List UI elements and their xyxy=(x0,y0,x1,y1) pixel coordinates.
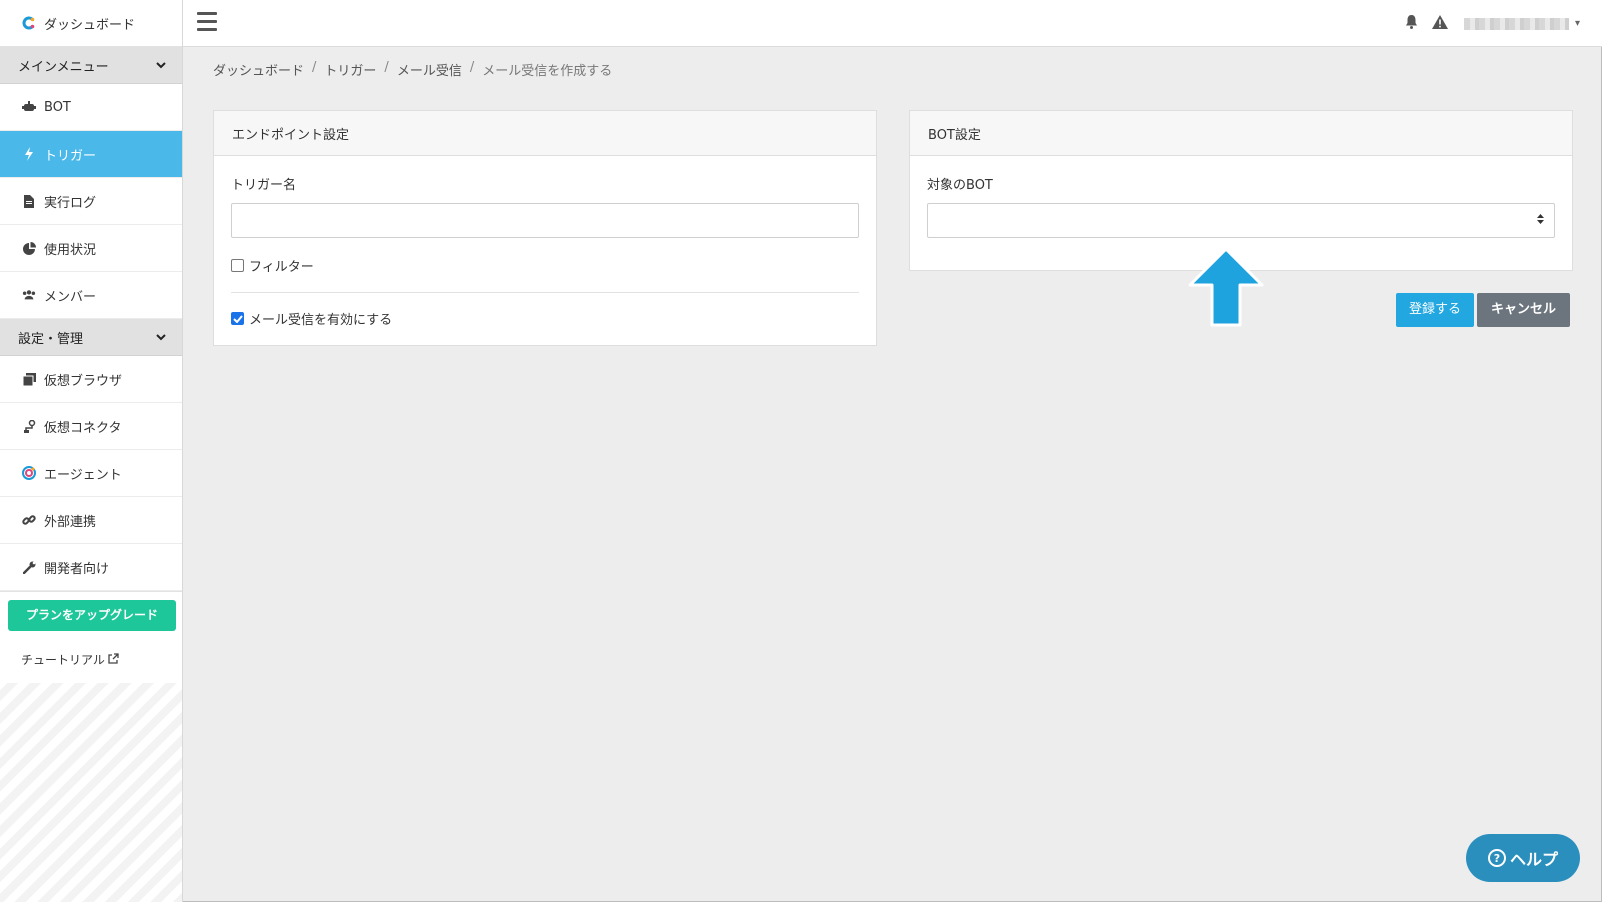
endpoint-settings-card: エンドポイント設定 トリガー名 フィルター メール受信を有効にする xyxy=(213,110,877,346)
question-icon: ? xyxy=(1487,849,1506,867)
top-bar-actions: ▾ xyxy=(1391,0,1580,47)
filter-label: フィルター xyxy=(249,260,314,275)
breadcrumb-trigger[interactable]: トリガー xyxy=(324,60,376,79)
breadcrumb-mail-receive[interactable]: メール受信 xyxy=(397,60,462,79)
robot-icon xyxy=(22,100,36,114)
bell-icon[interactable] xyxy=(1405,14,1418,33)
wrench-icon xyxy=(22,560,36,574)
sidebar-item-label: 使用状況 xyxy=(44,242,97,258)
external-link-icon xyxy=(108,652,119,667)
breadcrumb-separator: / xyxy=(384,60,389,75)
sidebar-item-usage[interactable]: 使用状況 xyxy=(0,225,182,272)
chevron-down-icon xyxy=(156,59,166,72)
sidebar-item-label: 開発者向け xyxy=(44,561,110,577)
sidebar-brand[interactable]: ダッシュボード xyxy=(0,0,182,47)
sidebar-item-developers[interactable]: 開発者向け xyxy=(0,544,182,591)
sidebar-item-virtual-browser[interactable]: 仮想ブラウザ xyxy=(0,356,182,403)
card-title: エンドポイント設定 xyxy=(214,111,876,156)
target-bot-label: 対象のBOT xyxy=(927,178,993,193)
brand-logo-icon xyxy=(22,16,36,30)
sidebar: ダッシュボード メインメニュー BOT トリガー 実行ログ 使用状況 メンバー … xyxy=(0,0,183,902)
sidebar-item-virtual-connector[interactable]: 仮想コネクタ xyxy=(0,403,182,450)
enable-mail-label: メール受信を有効にする xyxy=(249,313,393,328)
sidebar-section-settings[interactable]: 設定・管理 xyxy=(0,319,182,356)
sidebar-item-bot[interactable]: BOT xyxy=(0,84,182,131)
brand-label: ダッシュボード xyxy=(44,17,136,33)
help-button[interactable]: ? ヘルプ xyxy=(1466,834,1580,882)
breadcrumb: ダッシュボード / トリガー / メール受信 / メール受信を作成する xyxy=(213,60,612,79)
enable-mail-checkbox-row[interactable]: メール受信を有効にする xyxy=(231,309,859,328)
divider xyxy=(231,292,859,293)
sidebar-item-label: BOT xyxy=(44,99,71,115)
top-bar: ▾ xyxy=(183,0,1602,47)
sort-arrows-icon xyxy=(1537,213,1544,227)
register-button[interactable]: 登録する xyxy=(1396,293,1474,327)
sidebar-item-label: トリガー xyxy=(44,148,97,164)
sidebar-item-label: 実行ログ xyxy=(44,195,97,211)
tutorial-link[interactable]: チュートリアル xyxy=(21,651,174,668)
target-bot-select[interactable] xyxy=(927,203,1555,238)
sidebar-item-integration[interactable]: 外部連携 xyxy=(0,497,182,544)
sidebar-section-main-menu[interactable]: メインメニュー xyxy=(0,47,182,84)
sidebar-item-label: メンバー xyxy=(44,289,97,305)
tutorial-label: チュートリアル xyxy=(21,653,105,667)
breadcrumb-separator: / xyxy=(469,60,475,75)
sidebar-item-label: 仮想コネクタ xyxy=(44,420,122,436)
caret-down-icon[interactable]: ▾ xyxy=(1575,18,1580,29)
breadcrumb-current: メール受信を作成する xyxy=(482,64,613,79)
section-label: 設定・管理 xyxy=(18,331,84,347)
breadcrumb-separator: / xyxy=(312,60,317,75)
annotation-arrow-up-icon xyxy=(1186,247,1266,327)
trigger-name-label: トリガー名 xyxy=(231,178,297,193)
bolt-icon xyxy=(22,147,36,161)
agent-icon xyxy=(22,466,36,480)
sidebar-item-label: エージェント xyxy=(44,467,122,483)
warning-icon[interactable] xyxy=(1431,14,1448,33)
trigger-name-input[interactable] xyxy=(231,203,859,238)
filter-checkbox-row[interactable]: フィルター xyxy=(231,256,859,275)
sidebar-item-trigger[interactable]: トリガー xyxy=(0,131,182,178)
sidebar-item-members[interactable]: メンバー xyxy=(0,272,182,319)
link-icon xyxy=(22,513,36,527)
users-icon xyxy=(22,288,36,302)
pie-chart-icon xyxy=(22,241,36,255)
browser-icon xyxy=(22,372,36,386)
enable-mail-checkbox[interactable] xyxy=(231,312,244,325)
filter-checkbox[interactable] xyxy=(231,259,244,272)
file-icon xyxy=(22,194,36,208)
sidebar-item-label: 仮想ブラウザ xyxy=(44,373,123,389)
card-title: BOT設定 xyxy=(910,111,1572,156)
user-name-blurred[interactable] xyxy=(1463,17,1569,30)
section-label: メインメニュー xyxy=(18,59,109,75)
cancel-button[interactable]: キャンセル xyxy=(1477,293,1570,327)
sidebar-item-execution-log[interactable]: 実行ログ xyxy=(0,178,182,225)
sidebar-item-agent[interactable]: エージェント xyxy=(0,450,182,497)
help-label: ヘルプ xyxy=(1509,850,1558,869)
menu-toggle-icon[interactable] xyxy=(197,12,217,32)
check-icon xyxy=(232,314,243,323)
sidebar-item-label: 外部連携 xyxy=(44,514,97,530)
connector-icon xyxy=(22,419,36,433)
chevron-down-icon xyxy=(156,331,166,344)
sidebar-footer: プランをアップグレード チュートリアル xyxy=(0,591,182,683)
breadcrumb-dashboard[interactable]: ダッシュボード xyxy=(213,60,304,79)
upgrade-plan-button[interactable]: プランをアップグレード xyxy=(8,600,176,631)
